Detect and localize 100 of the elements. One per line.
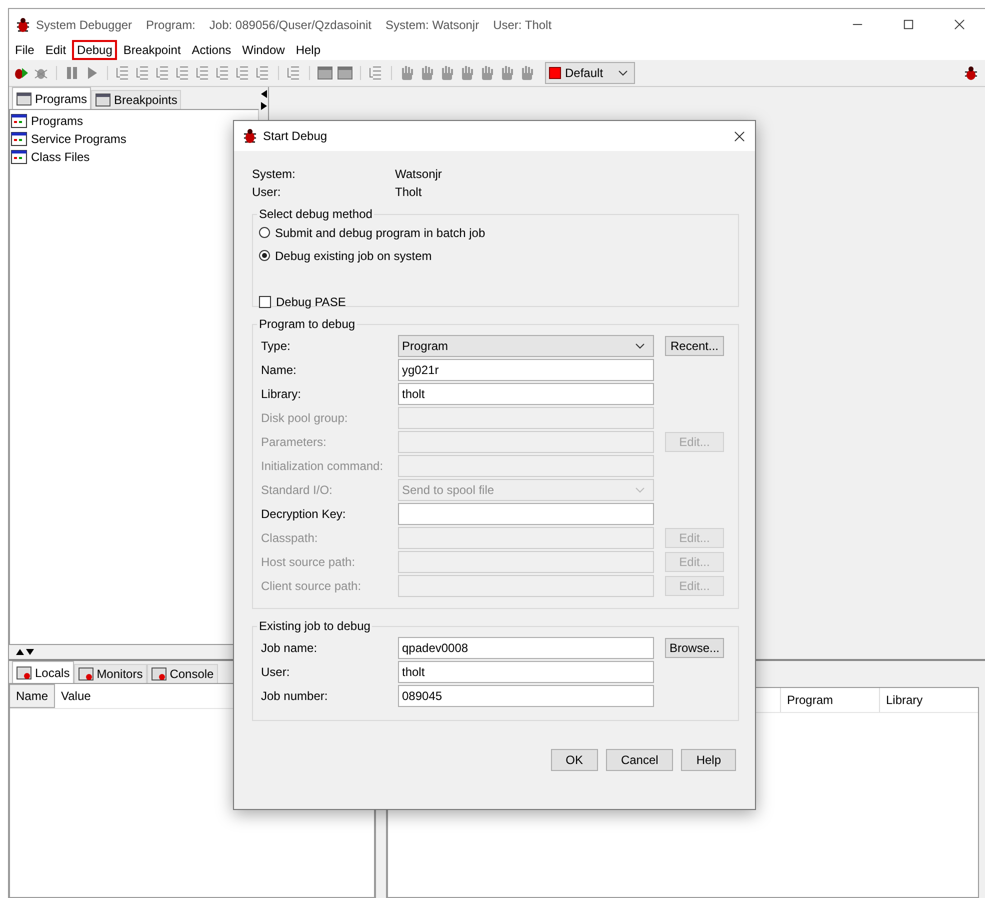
info-value: Tholt <box>395 185 422 199</box>
tab[interactable]: Breakpoints <box>91 90 182 109</box>
checkbox[interactable] <box>259 296 271 308</box>
dialog-button[interactable]: Help <box>681 749 736 771</box>
close-icon[interactable] <box>734 130 745 142</box>
window-icon <box>150 666 167 682</box>
input-field[interactable]: qpadev0008 <box>398 637 654 659</box>
tab[interactable]: Programs <box>12 87 92 109</box>
field-label: Job number: <box>260 689 329 703</box>
menu-item[interactable]: File <box>10 40 40 60</box>
step-icon[interactable] <box>175 65 191 81</box>
hand-icon[interactable] <box>439 65 455 81</box>
step-icon[interactable] <box>115 65 131 81</box>
dialog-button[interactable]: Recent... <box>665 336 724 356</box>
window-title: System: Watsonjr <box>386 18 480 32</box>
dialog-title: Start Debug <box>263 129 328 143</box>
info-label: User: <box>252 185 282 199</box>
hand-icon[interactable] <box>479 65 495 81</box>
bug-icon <box>242 128 258 144</box>
input-field[interactable]: yg021r <box>398 359 654 381</box>
field-label: Host source path: <box>260 555 356 569</box>
dialog-button[interactable]: OK <box>550 749 598 771</box>
view-combo[interactable]: Default <box>545 62 635 84</box>
radio-button[interactable] <box>259 227 270 238</box>
window-icon <box>16 664 32 680</box>
tree-item[interactable]: Programs <box>31 114 84 128</box>
group-title: Program to debug <box>258 317 356 331</box>
field-label: Parameters: <box>260 435 328 449</box>
field-label: Type: <box>260 339 292 353</box>
window-icon[interactable] <box>337 65 353 81</box>
menu-item[interactable]: Window <box>237 40 290 60</box>
window-icon <box>78 666 94 682</box>
chevron-icon <box>635 487 645 493</box>
window-icon[interactable] <box>317 65 333 81</box>
expand-down-icon[interactable] <box>25 648 35 656</box>
chevron-icon <box>618 70 628 76</box>
window-title: User: Tholt <box>493 18 552 32</box>
menu-item[interactable]: Help <box>290 40 326 60</box>
hand-icon[interactable] <box>499 65 515 81</box>
step-icon[interactable] <box>368 65 384 81</box>
hand-icon[interactable] <box>459 65 475 81</box>
field-label: Name: <box>260 363 298 377</box>
field-label: Classpath: <box>260 531 319 545</box>
column-header[interactable]: Program <box>780 688 879 712</box>
info-value: Watsonjr <box>395 167 442 181</box>
input-field[interactable]: tholt <box>398 383 654 405</box>
dialog-button[interactable]: Browse... <box>665 638 724 658</box>
column-header[interactable]: Value <box>55 684 97 708</box>
input-field[interactable]: tholt <box>398 661 654 683</box>
field-label: Standard I/O: <box>260 483 334 497</box>
step-icon[interactable] <box>195 65 211 81</box>
field-label: Decryption Key: <box>260 507 347 521</box>
tree-item[interactable]: Class Files <box>31 150 90 164</box>
field-label: Job name: <box>260 641 318 655</box>
window-title: Job: 089056/Quser/Qzdasoinit <box>209 18 372 32</box>
info-label: System: <box>252 167 296 181</box>
window-icon <box>16 90 32 106</box>
tab[interactable]: Locals <box>12 661 74 683</box>
radio-button[interactable] <box>259 250 270 261</box>
checkbox-label[interactable]: Debug PASE <box>276 294 346 308</box>
step-icon[interactable] <box>215 65 231 81</box>
close-icon[interactable] <box>954 19 965 30</box>
field-label: Client source path: <box>260 579 362 593</box>
menu-item[interactable]: Actions <box>186 40 236 60</box>
field-label: User: <box>260 665 291 679</box>
group-title: Select debug method <box>258 207 374 221</box>
field-label: Disk pool group: <box>260 411 349 425</box>
step-icon[interactable] <box>235 65 251 81</box>
radio-label[interactable]: Submit and debug program in batch job <box>275 226 486 240</box>
window-icon <box>95 92 112 108</box>
expand-up-icon[interactable] <box>15 648 25 656</box>
tab[interactable]: Monitors <box>74 664 147 683</box>
window-title: Program: <box>146 18 196 32</box>
tree-item[interactable]: Service Programs <box>31 132 126 146</box>
step-icon[interactable] <box>135 65 151 81</box>
dialog-button[interactable]: Cancel <box>606 749 674 771</box>
window-title: System Debugger <box>36 18 132 32</box>
radio-label[interactable]: Debug existing job on system <box>275 248 432 262</box>
step-icon[interactable] <box>255 65 271 81</box>
tab[interactable]: Console <box>146 664 218 683</box>
dropdown[interactable]: Program <box>398 335 654 357</box>
hand-icon[interactable] <box>399 65 415 81</box>
run-icon[interactable] <box>13 65 29 81</box>
bug-icon[interactable] <box>963 65 979 81</box>
step-icon[interactable] <box>155 65 171 81</box>
menu-item[interactable]: Edit <box>40 40 72 60</box>
input-field[interactable]: 089045 <box>398 685 654 707</box>
hand-icon[interactable] <box>519 65 535 81</box>
maximize-icon[interactable] <box>903 19 914 30</box>
step-icon[interactable] <box>286 65 302 81</box>
column-header[interactable]: Name <box>10 684 56 708</box>
field-label: Library: <box>260 387 302 401</box>
field-label: Initialization command: <box>260 459 384 473</box>
menu-item[interactable]: Breakpoint <box>118 40 186 60</box>
hand-icon[interactable] <box>419 65 435 81</box>
menu-item[interactable]: Debug <box>72 40 118 60</box>
chevron-icon <box>635 343 645 349</box>
column-header[interactable]: Library <box>879 688 978 712</box>
input-field[interactable] <box>398 503 654 525</box>
pause-icon[interactable] <box>64 65 80 81</box>
